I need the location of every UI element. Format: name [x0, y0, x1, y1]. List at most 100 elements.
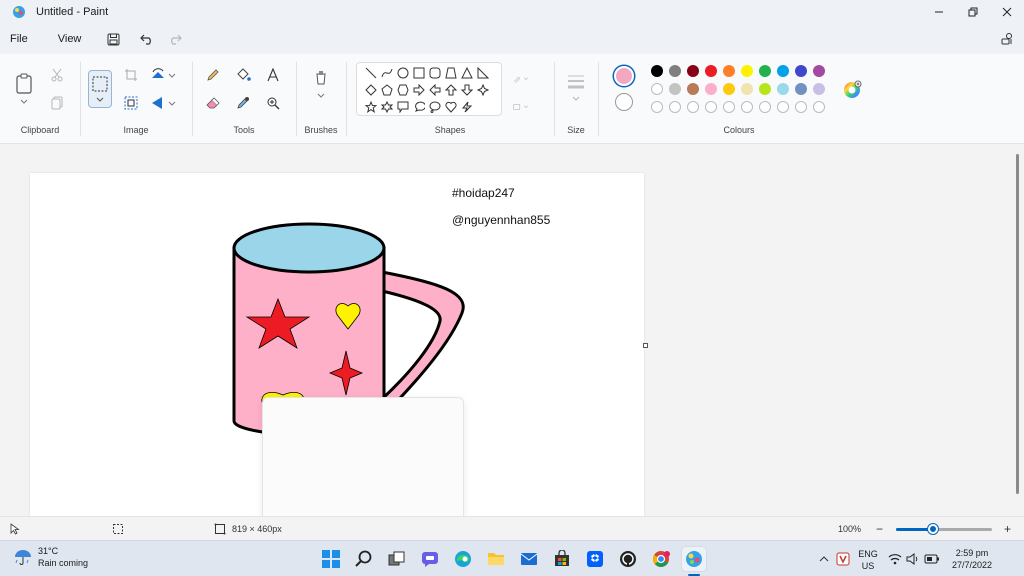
rotate-button[interactable]	[148, 64, 178, 86]
palette-color-swatch[interactable]	[777, 83, 789, 95]
palette-color-swatch[interactable]	[705, 83, 717, 95]
resize-button[interactable]	[120, 92, 142, 114]
down-arrow-shape[interactable]	[459, 82, 475, 98]
zoom-in-button[interactable]: +	[1004, 517, 1011, 541]
palette-color-swatch[interactable]	[687, 83, 699, 95]
rectangle-shape[interactable]	[411, 65, 427, 81]
four-point-star-shape[interactable]	[475, 82, 491, 98]
pencil-button[interactable]	[202, 64, 224, 86]
edit-colours-button[interactable]	[840, 78, 864, 102]
task-view-button[interactable]	[385, 547, 409, 571]
palette-color-swatch[interactable]	[795, 65, 807, 77]
palette-color-swatch[interactable]	[687, 65, 699, 77]
oval-callout-shape[interactable]	[411, 99, 427, 115]
palette-color-swatch[interactable]	[651, 65, 663, 77]
right-triangle-shape[interactable]	[475, 65, 491, 81]
fill-style-button[interactable]	[513, 99, 529, 115]
custom-color-slot[interactable]	[687, 101, 699, 113]
input-language[interactable]: ENG US	[856, 548, 880, 572]
search-button[interactable]	[352, 547, 376, 571]
paste-dropdown[interactable]	[14, 96, 34, 106]
paint-taskbar-button[interactable]	[682, 547, 706, 571]
palette-color-swatch[interactable]	[795, 83, 807, 95]
palette-color-swatch[interactable]	[741, 65, 753, 77]
store-button[interactable]	[550, 547, 574, 571]
show-hidden-icons-button[interactable]	[816, 547, 832, 571]
up-arrow-shape[interactable]	[443, 82, 459, 98]
heart-shape[interactable]	[443, 99, 459, 115]
mail-button[interactable]	[517, 547, 541, 571]
start-button[interactable]	[319, 547, 343, 571]
palette-color-swatch[interactable]	[669, 83, 681, 95]
close-button[interactable]	[990, 0, 1024, 24]
save-button[interactable]	[99, 24, 127, 54]
eraser-button[interactable]	[202, 92, 224, 114]
right-arrow-shape[interactable]	[411, 82, 427, 98]
palette-color-swatch[interactable]	[741, 83, 753, 95]
custom-color-slot[interactable]	[651, 101, 663, 113]
battery-button[interactable]	[922, 547, 942, 571]
palette-color-swatch[interactable]	[651, 83, 663, 95]
oval-shape[interactable]	[395, 65, 411, 81]
network-button[interactable]	[886, 547, 904, 571]
redo-button[interactable]	[161, 24, 189, 54]
palette-color-swatch[interactable]	[813, 83, 825, 95]
antivirus-button[interactable]	[834, 547, 852, 571]
magnifier-button[interactable]	[262, 92, 284, 114]
fill-button[interactable]	[232, 64, 254, 86]
palette-color-swatch[interactable]	[669, 65, 681, 77]
custom-color-slot[interactable]	[777, 101, 789, 113]
brushes-button[interactable]	[310, 68, 332, 104]
line-shape[interactable]	[363, 65, 379, 81]
flip-button[interactable]	[148, 92, 178, 114]
vertical-scrollbar[interactable]	[1016, 154, 1019, 494]
polygon-shape[interactable]	[443, 65, 459, 81]
undo-button[interactable]	[133, 24, 161, 54]
palette-color-swatch[interactable]	[723, 65, 735, 77]
palette-color-swatch[interactable]	[813, 65, 825, 77]
weather-widget[interactable]: 31°C Rain coming	[14, 545, 88, 569]
app-button[interactable]	[616, 547, 640, 571]
six-point-star-shape[interactable]	[379, 99, 395, 115]
custom-color-slot[interactable]	[741, 101, 753, 113]
minimize-button[interactable]	[922, 0, 956, 24]
zoom-slider-thumb[interactable]	[928, 524, 939, 534]
rect-callout-shape[interactable]	[395, 99, 411, 115]
chrome-button[interactable]	[649, 547, 673, 571]
outline-button[interactable]	[513, 71, 529, 87]
triangle-shape[interactable]	[459, 65, 475, 81]
diamond-shape[interactable]	[363, 82, 379, 98]
volume-button[interactable]	[904, 547, 922, 571]
custom-color-slot[interactable]	[813, 101, 825, 113]
curve-shape[interactable]	[379, 65, 395, 81]
palette-color-swatch[interactable]	[759, 83, 771, 95]
dropbox-button[interactable]	[583, 547, 607, 571]
zoom-out-button[interactable]: −	[876, 517, 883, 541]
cut-button[interactable]	[46, 64, 68, 86]
custom-color-slot[interactable]	[669, 101, 681, 113]
edge-button[interactable]	[451, 547, 475, 571]
hexagon-shape[interactable]	[395, 82, 411, 98]
size-button[interactable]	[564, 70, 588, 106]
file-explorer-button[interactable]	[484, 547, 508, 571]
palette-color-swatch[interactable]	[705, 65, 717, 77]
restore-button[interactable]	[956, 0, 990, 24]
secondary-color-swatch[interactable]	[615, 93, 633, 111]
canvas-resize-handle[interactable]	[643, 343, 648, 348]
primary-color-swatch[interactable]	[614, 66, 634, 86]
zoom-slider[interactable]	[896, 524, 992, 534]
copy-button[interactable]	[46, 92, 68, 114]
rounded-rectangle-shape[interactable]	[427, 65, 443, 81]
pentagon-shape[interactable]	[379, 82, 395, 98]
crop-button[interactable]	[120, 64, 142, 86]
custom-color-slot[interactable]	[759, 101, 771, 113]
left-arrow-shape[interactable]	[427, 82, 443, 98]
lightning-shape[interactable]	[459, 99, 475, 115]
palette-color-swatch[interactable]	[759, 65, 771, 77]
custom-color-slot[interactable]	[723, 101, 735, 113]
color-picker-button[interactable]	[232, 92, 254, 114]
cloud-callout-shape[interactable]	[427, 99, 443, 115]
custom-color-slot[interactable]	[705, 101, 717, 113]
teams-chat-button[interactable]	[418, 547, 442, 571]
menu-file[interactable]: File	[0, 24, 38, 54]
